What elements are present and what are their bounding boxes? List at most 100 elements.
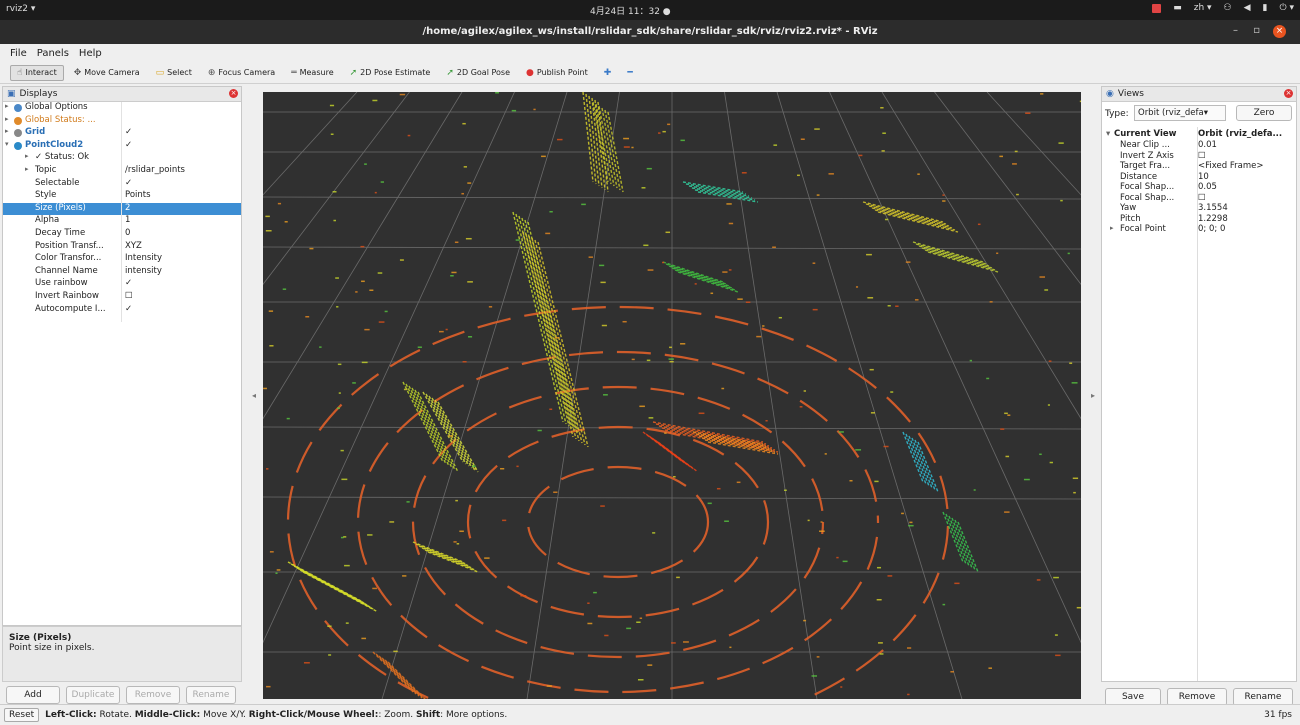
tool-2d-goal-pose[interactable]: ➚ 2D Goal Pose	[440, 66, 516, 80]
language-indicator[interactable]: zh ▾	[1194, 3, 1212, 13]
display-row[interactable]: ▸ Global Status: ...	[3, 115, 241, 128]
display-row[interactable]: Autocompute I... ✓	[3, 304, 241, 317]
battery-icon[interactable]: ▮	[1263, 3, 1268, 13]
expand-arrow-icon[interactable]: ▸	[5, 115, 13, 123]
view-property-value[interactable]: ☐	[1198, 151, 1206, 161]
tool-select[interactable]: ▭ Select	[150, 66, 198, 80]
tool-interact[interactable]: ☝ Interact	[10, 64, 64, 81]
point-segment	[522, 231, 574, 438]
tool-measure[interactable]: ═ Measure	[285, 66, 339, 80]
display-row-value[interactable]: ✓	[125, 278, 132, 288]
current-view-row[interactable]: ▾ Current View Orbit (rviz_defa...	[1102, 129, 1296, 140]
display-row[interactable]: Color Transfor... Intensity	[3, 253, 241, 266]
display-row-value[interactable]: intensity	[125, 266, 162, 276]
display-row[interactable]: Style Points	[3, 190, 241, 203]
display-row[interactable]: ▸ Grid ✓	[3, 127, 241, 140]
view-property-value[interactable]: 0; 0; 0	[1198, 224, 1225, 234]
power-icon[interactable]: ⏻ ▾	[1280, 3, 1295, 13]
tool-move-camera[interactable]: ✥ Move Camera	[68, 66, 146, 80]
view-property-row[interactable]: Pitch 1.2298	[1102, 214, 1296, 225]
display-row-value[interactable]: ✓	[125, 140, 132, 150]
left-collapse-handle[interactable]: ◂	[249, 92, 259, 699]
close-button[interactable]: ×	[1273, 25, 1286, 38]
expand-arrow-icon[interactable]: ▸	[1110, 224, 1114, 232]
system-tray[interactable]: ▬ zh ▾ ⚇ ◀ ▮ ⏻ ▾	[1152, 3, 1294, 13]
remove-display-button[interactable]: Remove	[126, 686, 180, 704]
minimize-button[interactable]: –	[1233, 25, 1238, 36]
view-property-value[interactable]: 3.1554	[1198, 203, 1228, 213]
app-indicator-icon[interactable]	[1152, 3, 1162, 13]
menu-panels[interactable]: Panels	[37, 48, 69, 59]
view-property-row[interactable]: Focal Shap... 0.05	[1102, 182, 1296, 193]
display-row-value[interactable]: Intensity	[125, 253, 162, 263]
lidar-point	[380, 181, 384, 183]
keyboard-icon[interactable]: ▬	[1173, 3, 1182, 13]
view-property-row[interactable]: ▸ Focal Point 0; 0; 0	[1102, 224, 1296, 235]
view-type-select[interactable]: Orbit (rviz_defa▾	[1134, 105, 1226, 121]
view-property-row[interactable]: Target Fra... <Fixed Frame>	[1102, 161, 1296, 172]
display-row[interactable]: ▸ Topic/rslidar_points	[3, 165, 241, 178]
view-property-value[interactable]: 10	[1198, 172, 1209, 182]
view-property-value[interactable]: 0.05	[1198, 182, 1217, 192]
zero-button[interactable]: Zero	[1236, 105, 1292, 121]
view-property-value[interactable]: 0.01	[1198, 140, 1217, 150]
add-button[interactable]: Add	[6, 686, 60, 704]
tool-remove[interactable]: ━	[621, 66, 638, 80]
display-row[interactable]: Decay Time 0	[3, 228, 241, 241]
views-close-icon[interactable]: ×	[1284, 89, 1293, 98]
display-row-value[interactable]: ✓	[125, 304, 132, 314]
menu-help[interactable]: Help	[79, 48, 102, 59]
view-property-value[interactable]: 1.2298	[1198, 214, 1228, 224]
display-row-value[interactable]: ✓	[125, 178, 132, 188]
view-property-row[interactable]: Invert Z Axis ☐	[1102, 151, 1296, 162]
display-row[interactable]: Selectable ✓	[3, 178, 241, 191]
display-row-value[interactable]: ☐	[125, 291, 133, 301]
display-row[interactable]: ▸ ✓ Status: Ok	[3, 152, 241, 165]
right-collapse-handle[interactable]: ▸	[1088, 92, 1098, 699]
display-row-value[interactable]: 0	[125, 228, 130, 238]
display-row[interactable]: ▸ Global Options	[3, 102, 241, 115]
point-cloud-view[interactable]	[263, 92, 1081, 699]
display-row-value[interactable]: Points	[125, 190, 151, 200]
display-row[interactable]: Size (Pixels) 2	[3, 202, 241, 216]
display-row[interactable]: Invert Rainbow ☐	[3, 291, 241, 304]
display-row-value[interactable]: 1	[125, 215, 130, 225]
reset-button[interactable]: Reset	[4, 708, 40, 722]
render-viewport[interactable]	[263, 92, 1081, 699]
display-row-value[interactable]: /rslidar_points	[125, 165, 185, 175]
menu-file[interactable]: File	[10, 48, 27, 59]
tool-publish-point[interactable]: ● Publish Point	[520, 66, 594, 80]
lidar-point	[1004, 412, 1008, 415]
view-property-row[interactable]: Focal Shap... ☐	[1102, 193, 1296, 204]
expand-arrow-icon[interactable]: ▸	[25, 152, 33, 160]
view-property-value[interactable]: <Fixed Frame>	[1198, 161, 1263, 171]
expand-arrow-icon[interactable]: ▸	[5, 102, 13, 110]
view-property-row[interactable]: Yaw 3.1554	[1102, 203, 1296, 214]
display-row[interactable]: Position Transf... XYZ	[3, 241, 241, 254]
maximize-button[interactable]: ▫	[1253, 25, 1260, 36]
app-menu[interactable]: rviz2 ▾	[6, 4, 35, 14]
network-icon[interactable]: ⚇	[1224, 3, 1232, 13]
tool-focus-camera[interactable]: ⊕ Focus Camera	[202, 66, 281, 80]
display-row[interactable]: ▾ PointCloud2 ✓	[3, 140, 241, 153]
view-property-row[interactable]: Near Clip ... 0.01	[1102, 140, 1296, 151]
volume-icon[interactable]: ◀	[1244, 3, 1251, 13]
display-row[interactable]: Alpha 1	[3, 215, 241, 228]
hand-icon: ☝	[17, 67, 23, 78]
display-row-value[interactable]: ✓	[125, 127, 132, 137]
display-row-value[interactable]: XYZ	[125, 241, 142, 251]
view-property-value[interactable]: ☐	[1198, 193, 1206, 203]
display-row[interactable]: Channel Name intensity	[3, 266, 241, 279]
rename-display-button[interactable]: Rename	[186, 686, 236, 704]
displays-close-icon[interactable]: ×	[229, 89, 238, 98]
display-row[interactable]: Use rainbow ✓	[3, 278, 241, 291]
expand-arrow-open-icon[interactable]: ▾	[5, 140, 13, 148]
view-property-row[interactable]: Distance 10	[1102, 172, 1296, 183]
expand-arrow-icon[interactable]: ▸	[25, 165, 33, 173]
duplicate-button[interactable]: Duplicate	[66, 686, 120, 704]
display-row-value[interactable]: 2	[125, 203, 130, 213]
clock[interactable]: 4月24日 11：32 ●	[590, 4, 671, 17]
tool-2d-pose-estimate[interactable]: ➚ 2D Pose Estimate	[344, 66, 437, 80]
expand-arrow-icon[interactable]: ▸	[5, 127, 13, 135]
tool-add[interactable]: ✚	[598, 66, 618, 80]
